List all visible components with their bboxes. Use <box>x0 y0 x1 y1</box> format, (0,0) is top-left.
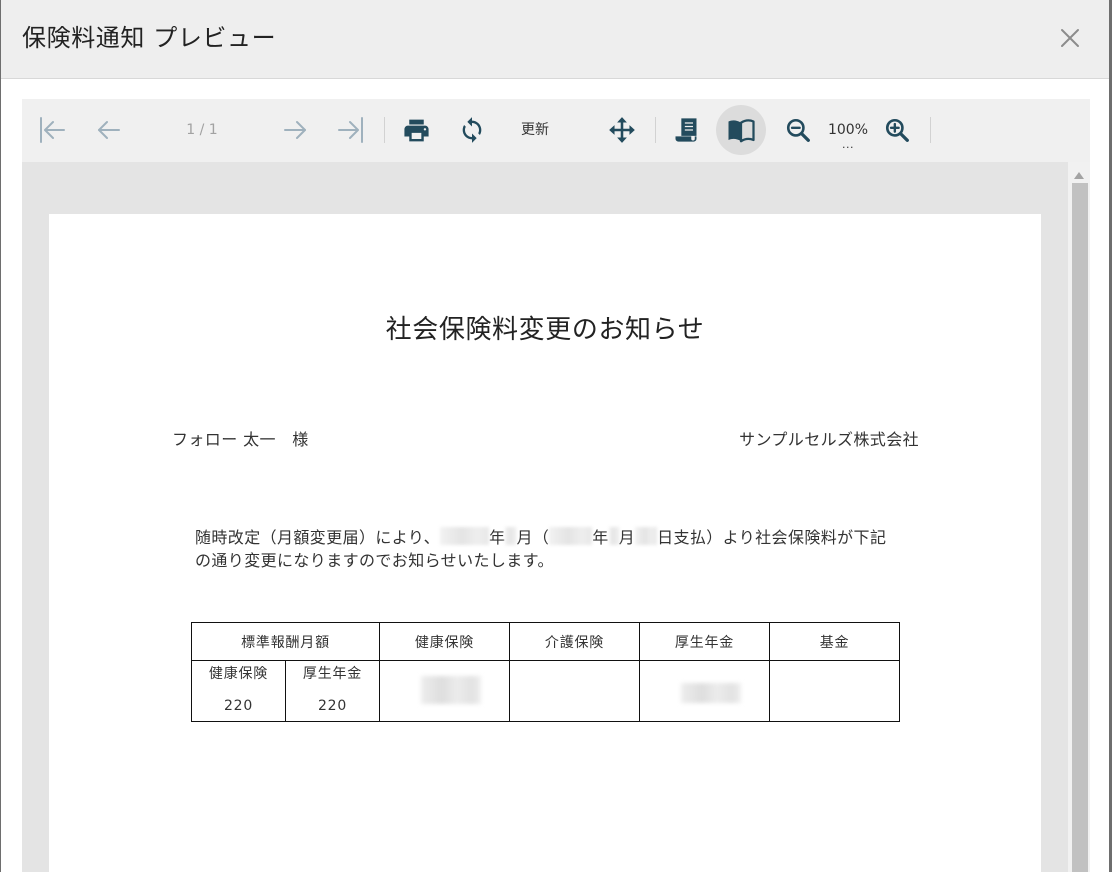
toolbar-separator <box>655 117 656 143</box>
zoom-out-icon <box>786 118 810 142</box>
report-page: 社会保険料変更のお知らせ フォロー 太一 様 サンプルセルズ株式会社 随時改定（… <box>49 214 1041 872</box>
body-text-segment: 随時改定（月額変更届）により、 <box>195 527 441 547</box>
recipient-name: フォロー 太一 様 <box>172 430 309 449</box>
scroll-icon <box>675 118 697 142</box>
dialog-header: 保険料通知 プレビュー <box>1 0 1109 79</box>
fund-premium-cell <box>769 660 900 722</box>
arrow-left-icon <box>98 121 120 139</box>
table-row: 健康保険 220 厚生年金 220 <box>191 660 900 722</box>
redacted-text <box>608 526 619 545</box>
print-icon <box>403 119 429 141</box>
employee-pension-premium-cell <box>639 660 770 722</box>
notice-body-line-2: の通り変更になりますのでお知らせいたします。 <box>195 550 554 570</box>
continuous-view-button[interactable] <box>666 110 706 150</box>
scroll-up-arrow-icon <box>1074 172 1084 179</box>
header-fund: 基金 <box>769 622 900 661</box>
zoom-in-button[interactable] <box>877 110 917 150</box>
notice-body-line-1: 随時改定（月額変更届）により、年月（年月日支払）より社会保険料が下記 <box>195 524 886 547</box>
vertical-scrollbar[interactable] <box>1068 162 1090 872</box>
zoom-level-dropdown[interactable]: 100% ... <box>823 119 873 155</box>
redacted-value <box>681 683 741 703</box>
standard-health-label: 健康保険 <box>208 666 269 682</box>
nursing-care-premium-cell <box>509 660 640 722</box>
header-nursing-care-insurance: 介護保険 <box>509 622 640 661</box>
move-icon <box>609 117 635 143</box>
next-page-button[interactable] <box>275 110 315 150</box>
notice-body: 随時改定（月額変更届）により、年月（年月日支払）より社会保険料が下記 の通り変更… <box>195 524 886 570</box>
page-indicator[interactable]: 1 / 1 <box>172 110 232 150</box>
body-text-segment: 月（ <box>516 527 550 547</box>
last-page-button[interactable] <box>331 110 371 150</box>
first-page-icon <box>40 117 65 143</box>
premium-table: 標準報酬月額 健康保険 介護保険 厚生年金 基金 健康保険 220 厚生年金 2… <box>191 622 900 722</box>
redacted-value <box>421 676 481 704</box>
redacted-text <box>635 526 658 545</box>
standard-pension-cell: 厚生年金 220 <box>285 660 380 722</box>
toolbar-separator <box>384 117 385 143</box>
standard-health-value: 220 <box>223 698 254 714</box>
refresh-icon <box>462 117 482 143</box>
update-button[interactable]: 更新 <box>510 110 560 150</box>
body-text-segment: 年 <box>592 527 609 547</box>
book-icon <box>728 119 755 143</box>
body-text-segment: 年 <box>489 527 506 547</box>
book-view-button[interactable] <box>716 105 766 155</box>
sender-company: サンプルセルズ株式会社 <box>739 430 919 449</box>
print-button[interactable] <box>396 110 436 150</box>
pan-button[interactable] <box>602 110 642 150</box>
header-employee-pension: 厚生年金 <box>639 622 770 661</box>
header-standard-monthly-remuneration: 標準報酬月額 <box>191 622 380 661</box>
document-title: 社会保険料変更のお知らせ <box>385 315 705 345</box>
close-icon <box>1061 29 1079 47</box>
redacted-text <box>505 526 517 545</box>
standard-pension-value: 220 <box>317 698 348 714</box>
first-page-button[interactable] <box>32 110 72 150</box>
redacted-text <box>549 526 593 545</box>
last-page-icon <box>338 117 363 143</box>
previous-page-button[interactable] <box>89 110 129 150</box>
toolbar-separator <box>930 117 931 143</box>
redacted-text <box>440 526 490 545</box>
close-button[interactable] <box>1060 28 1080 48</box>
standard-pension-label: 厚生年金 <box>302 666 363 682</box>
body-text-segment: 日支払）より社会保険料が下記 <box>657 527 887 547</box>
standard-health-cell: 健康保険 220 <box>191 660 286 722</box>
dialog-title: 保険料通知 プレビュー <box>22 24 277 52</box>
body-text-segment: 月 <box>618 527 636 547</box>
preview-dialog: 保険料通知 プレビュー 1 / 1 更新 100% ... 社会保険料変更のお知… <box>1 0 1109 872</box>
viewer-toolbar: 1 / 1 更新 100% ... <box>22 99 1090 162</box>
refresh-button[interactable] <box>452 110 492 150</box>
arrow-right-icon <box>284 121 306 139</box>
health-insurance-premium-cell <box>379 660 510 722</box>
scroll-up-button[interactable] <box>1074 172 1084 179</box>
zoom-in-icon <box>885 118 909 142</box>
zoom-overflow-indicator: ... <box>842 138 854 151</box>
scrollbar-thumb[interactable] <box>1072 183 1088 872</box>
zoom-out-button[interactable] <box>778 110 818 150</box>
table-header-row: 標準報酬月額 健康保険 介護保険 厚生年金 基金 <box>191 622 900 661</box>
header-health-insurance: 健康保険 <box>379 622 510 661</box>
report-viewer-area[interactable]: 社会保険料変更のお知らせ フォロー 太一 様 サンプルセルズ株式会社 随時改定（… <box>22 162 1068 872</box>
